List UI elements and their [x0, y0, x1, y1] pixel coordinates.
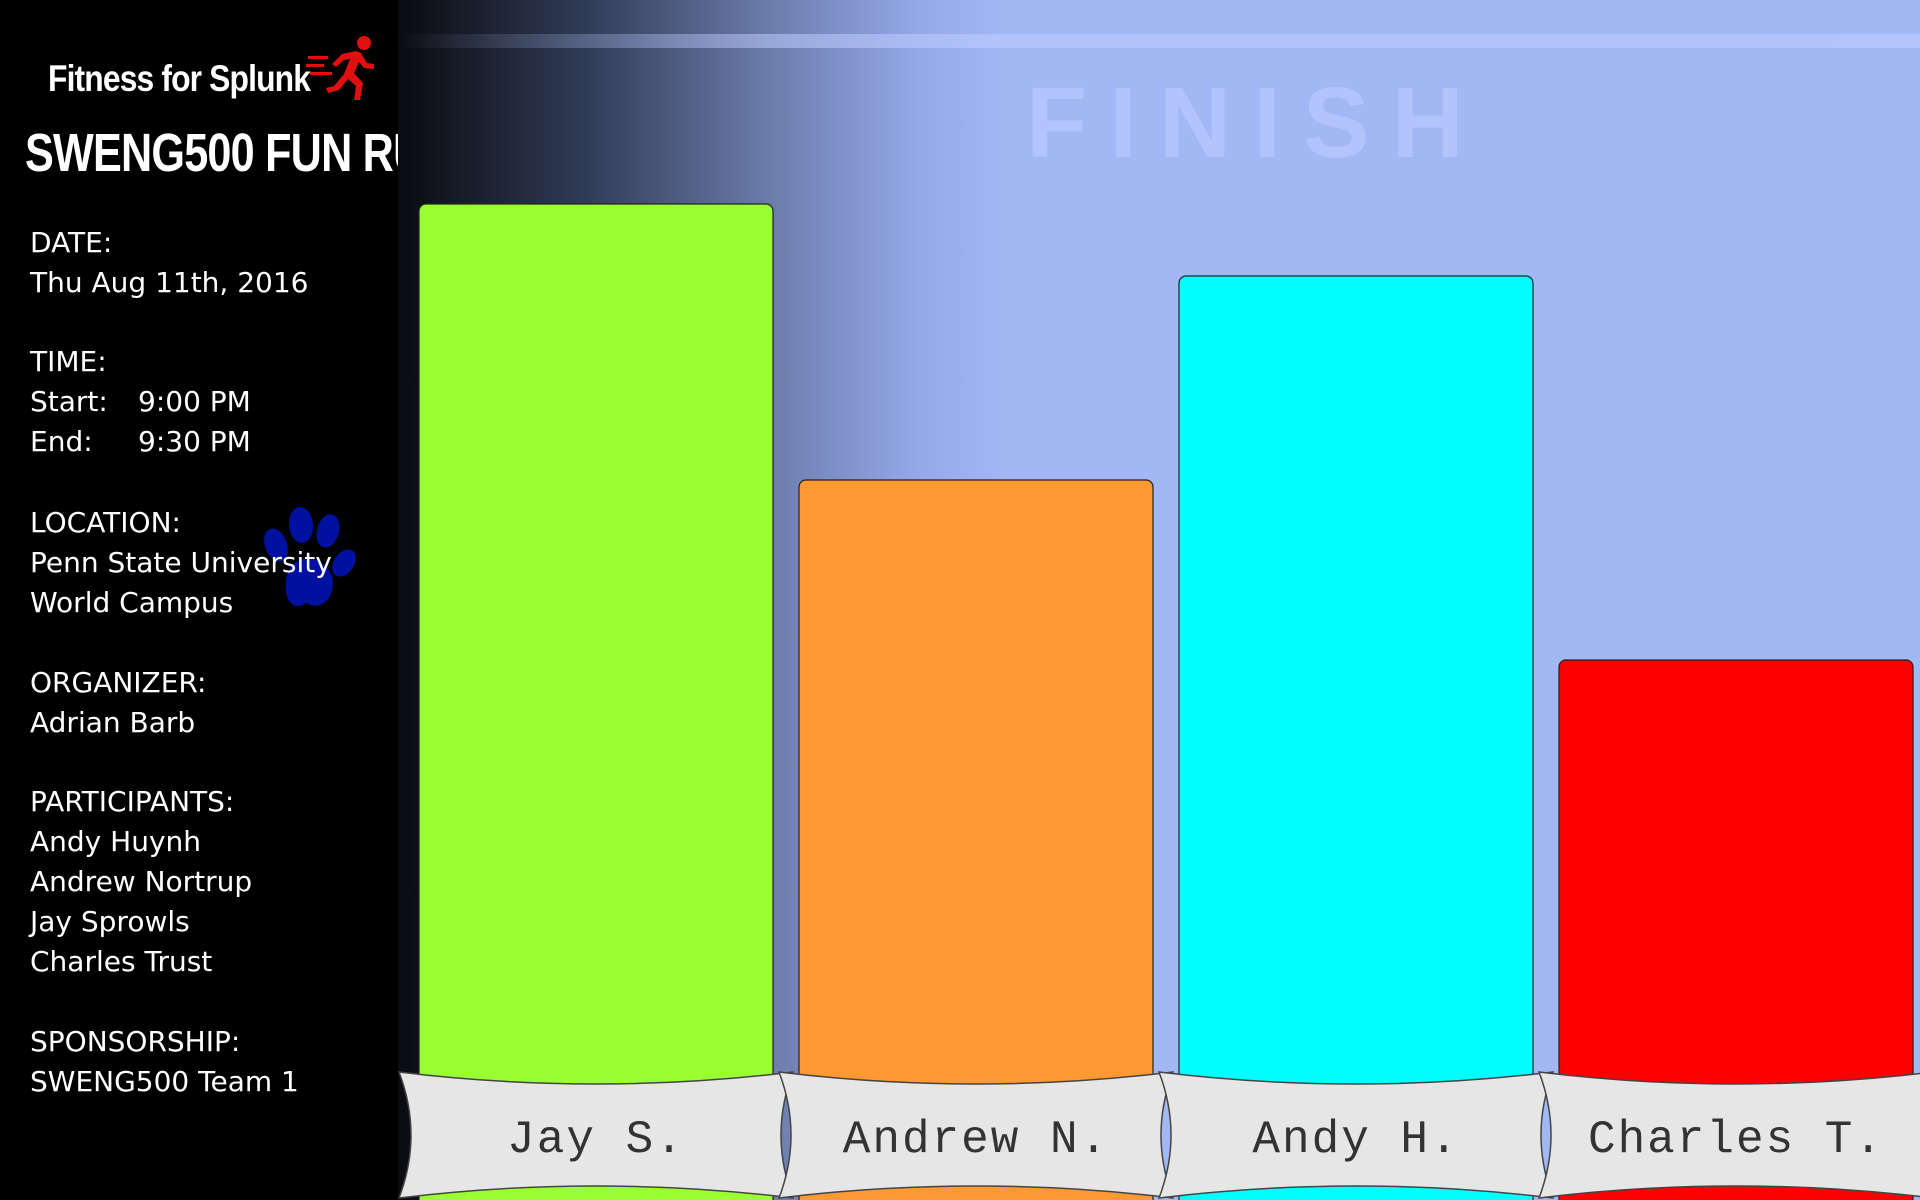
- location-section: LOCATION: Penn State University World Ca…: [30, 503, 332, 623]
- runner-name-label: Jay S.: [507, 1114, 685, 1166]
- start-value: 9:00 PM: [138, 385, 251, 418]
- participant-item: Charles Trust: [30, 945, 213, 978]
- end-key: End:: [30, 425, 93, 458]
- start-key: Start:: [30, 385, 108, 418]
- participants-label: PARTICIPANTS:: [30, 785, 235, 818]
- name-banner: Andy H.: [1157, 1071, 1555, 1199]
- participant-item: Jay Sprowls: [30, 905, 190, 938]
- race-bar-chart: Jay S. Andrew N. Andy H. Charles T.: [398, 203, 1920, 1200]
- end-value: 9:30 PM: [138, 425, 251, 458]
- runner-icon: [306, 36, 374, 100]
- organizer-value: Adrian Barb: [30, 706, 196, 739]
- time-section: TIME: Start: 9:00 PM End: 9:30 PM: [30, 342, 251, 462]
- name-banner: Andrew N.: [777, 1071, 1175, 1199]
- sponsorship-label: SPONSORSHIP:: [30, 1025, 241, 1058]
- time-label: TIME:: [30, 345, 107, 378]
- participants-section: PARTICIPANTS: Andy Huynh Andrew Nortrup …: [30, 782, 252, 982]
- date-value: Thu Aug 11th, 2016: [30, 266, 309, 299]
- bar-andy-h: [1178, 275, 1534, 1200]
- runner-name-label: Andy H.: [1252, 1114, 1459, 1166]
- name-banner: Jay S.: [398, 1071, 795, 1199]
- end-time-row: End: 9:30 PM: [30, 422, 251, 462]
- brand-title: Fitness for Splunk: [48, 58, 311, 99]
- participant-item: Andy Huynh: [30, 825, 202, 858]
- location-line-2: World Campus: [30, 586, 234, 619]
- location-label: LOCATION:: [30, 506, 181, 539]
- bar-jay-s: [418, 203, 774, 1200]
- runner-name-label: Charles T.: [1588, 1114, 1884, 1166]
- event-info-sidebar: Fitness for Splunk SWENG500 FUN RUN DATE…: [0, 0, 455, 1200]
- event-title: SWENG500 FUN RUN: [25, 123, 455, 183]
- sponsorship-section: SPONSORSHIP: SWENG500 Team 1: [30, 1022, 299, 1102]
- race-chart-area: FINISH Jay S. Andrew N. Andy H. Charles T.: [398, 0, 1920, 1200]
- date-section: DATE: Thu Aug 11th, 2016: [30, 223, 308, 303]
- organizer-section: ORGANIZER: Adrian Barb: [30, 663, 206, 743]
- name-banner: Charles T.: [1537, 1071, 1920, 1199]
- location-line-1: Penn State University: [30, 546, 332, 579]
- date-label: DATE:: [30, 226, 113, 259]
- organizer-label: ORGANIZER:: [30, 666, 207, 699]
- runner-name-label: Andrew N.: [843, 1114, 1109, 1166]
- sponsorship-value: SWENG500 Team 1: [30, 1065, 299, 1098]
- participant-item: Andrew Nortrup: [30, 865, 253, 898]
- start-time-row: Start: 9:00 PM: [30, 382, 251, 422]
